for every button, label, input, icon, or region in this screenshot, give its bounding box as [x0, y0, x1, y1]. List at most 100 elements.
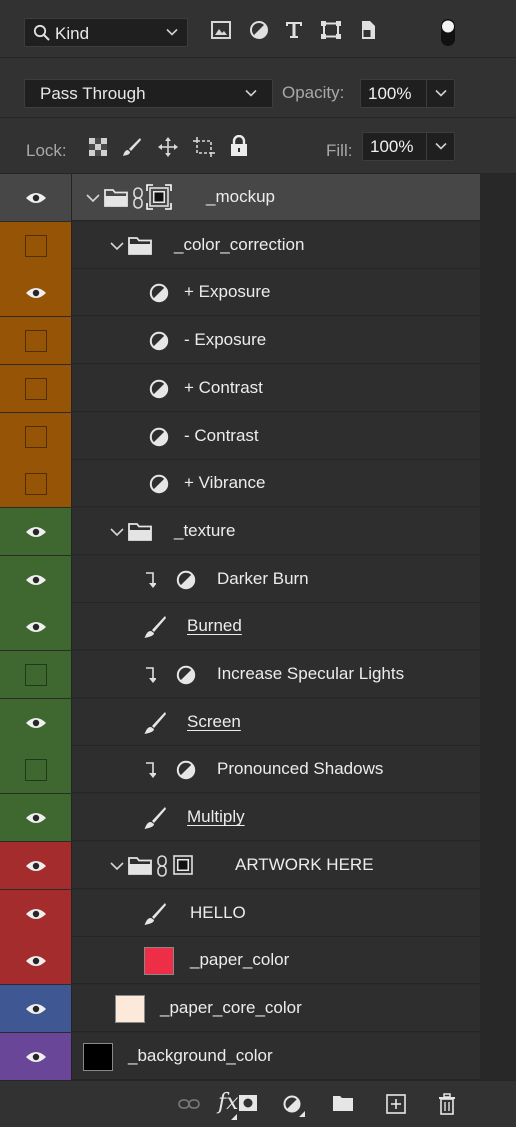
layer-row[interactable]: Multiply: [0, 794, 480, 842]
fill-color-swatch[interactable]: [144, 947, 174, 976]
layer-content[interactable]: + Vibrance: [72, 460, 480, 507]
layer-name[interactable]: + Vibrance: [184, 473, 265, 493]
visibility-toggle[interactable]: [0, 841, 72, 889]
filter-toggle-icon[interactable]: [440, 18, 456, 48]
layer-row[interactable]: Burned: [0, 603, 480, 651]
image-filter-icon[interactable]: [210, 20, 232, 40]
layer-name[interactable]: _paper_core_color: [160, 998, 302, 1018]
layer-content[interactable]: _texture: [72, 508, 480, 555]
layer-content[interactable]: ARTWORK HERE: [72, 842, 480, 889]
layer-row[interactable]: + Contrast: [0, 364, 480, 412]
layer-row[interactable]: HELLO: [0, 889, 480, 937]
new-group-icon[interactable]: [332, 1094, 354, 1112]
adjustment-filter-icon[interactable]: [249, 20, 269, 40]
visibility-eye-icon[interactable]: [25, 1001, 47, 1017]
visibility-toggle[interactable]: [0, 412, 72, 460]
visibility-toggle[interactable]: [0, 603, 72, 651]
visibility-eye-icon[interactable]: [25, 1049, 47, 1065]
visibility-toggle[interactable]: [0, 507, 72, 555]
layer-row[interactable]: _paper_color: [0, 937, 480, 985]
scrollbar[interactable]: [480, 174, 516, 1080]
layer-content[interactable]: HELLO: [72, 890, 480, 937]
lock-artboard-icon[interactable]: [193, 137, 215, 157]
layer-mask-thumbnail[interactable]: [146, 184, 172, 210]
layer-content[interactable]: _mockup: [72, 174, 480, 221]
layer-row[interactable]: - Contrast: [0, 412, 480, 460]
layer-row[interactable]: _background_color: [0, 1032, 480, 1080]
hidden-visibility-box[interactable]: [25, 377, 47, 400]
visibility-toggle[interactable]: [0, 555, 72, 603]
visibility-eye-icon[interactable]: [25, 953, 47, 969]
visibility-toggle[interactable]: [0, 698, 72, 746]
visibility-toggle[interactable]: [0, 221, 72, 269]
visibility-toggle[interactable]: [0, 794, 72, 842]
layer-row[interactable]: Increase Specular Lights: [0, 651, 480, 698]
layer-content[interactable]: Darker Burn: [72, 556, 480, 603]
layer-row[interactable]: Darker Burn: [0, 555, 480, 603]
fx-icon[interactable]: fx: [218, 1090, 239, 1115]
new-adjustment-icon[interactable]: [283, 1095, 305, 1117]
layer-name[interactable]: Pronounced Shadows: [217, 759, 383, 779]
layer-name[interactable]: ARTWORK HERE: [235, 855, 374, 875]
visibility-toggle[interactable]: [0, 889, 72, 937]
layer-name[interactable]: - Contrast: [184, 426, 259, 446]
layer-name[interactable]: Multiply: [187, 807, 245, 827]
visibility-eye-icon[interactable]: [25, 285, 47, 301]
hidden-visibility-box[interactable]: [25, 330, 47, 353]
chain-link-icon[interactable]: [132, 187, 144, 209]
layer-row[interactable]: + Exposure: [0, 269, 480, 317]
chevron-down-icon[interactable]: [110, 241, 124, 251]
layer-name[interactable]: Burned: [187, 616, 242, 636]
layer-content[interactable]: _paper_core_color: [72, 985, 480, 1032]
layer-content[interactable]: + Contrast: [72, 365, 480, 412]
fill-color-swatch[interactable]: [115, 994, 145, 1023]
add-mask-icon[interactable]: [238, 1094, 258, 1112]
visibility-eye-icon[interactable]: [25, 906, 47, 922]
layer-name[interactable]: _texture: [174, 521, 235, 541]
delete-layer-icon[interactable]: [438, 1093, 456, 1115]
layer-content[interactable]: - Exposure: [72, 317, 480, 364]
new-layer-icon[interactable]: [386, 1094, 406, 1114]
visibility-toggle[interactable]: [0, 364, 72, 412]
layer-row[interactable]: _texture: [0, 507, 480, 555]
hidden-visibility-box[interactable]: [25, 664, 47, 686]
blend-mode-dropdown[interactable]: Pass Through: [24, 79, 273, 108]
layer-content[interactable]: Screen: [72, 699, 480, 746]
visibility-toggle[interactable]: [0, 460, 72, 508]
opacity-field[interactable]: 100%: [360, 79, 455, 108]
layer-name[interactable]: _background_color: [128, 1046, 273, 1066]
visibility-toggle[interactable]: [0, 651, 72, 698]
layer-content[interactable]: + Exposure: [72, 269, 480, 316]
layer-name[interactable]: HELLO: [190, 903, 246, 923]
layer-row[interactable]: - Exposure: [0, 317, 480, 365]
layer-row[interactable]: _color_correction: [0, 221, 480, 269]
layer-content[interactable]: Burned: [72, 603, 480, 650]
chevron-down-icon[interactable]: [435, 141, 447, 151]
visibility-eye-icon[interactable]: [25, 572, 47, 588]
visibility-eye-icon[interactable]: [25, 715, 47, 731]
visibility-toggle[interactable]: [0, 174, 72, 221]
visibility-eye-icon[interactable]: [25, 190, 47, 206]
fill-field[interactable]: 100%: [362, 132, 455, 161]
visibility-toggle[interactable]: [0, 937, 72, 985]
visibility-toggle[interactable]: [0, 746, 72, 794]
layer-row[interactable]: _paper_core_color: [0, 984, 480, 1032]
layer-content[interactable]: - Contrast: [72, 413, 480, 460]
visibility-eye-icon[interactable]: [25, 619, 47, 635]
visibility-toggle[interactable]: [0, 1032, 72, 1080]
layer-name[interactable]: + Contrast: [184, 378, 263, 398]
visibility-eye-icon[interactable]: [25, 524, 47, 540]
lock-transparency-icon[interactable]: [88, 137, 108, 157]
layer-content[interactable]: Pronounced Shadows: [72, 746, 480, 793]
layer-row[interactable]: _mockup: [0, 174, 480, 221]
layer-content[interactable]: _paper_color: [72, 937, 480, 984]
layer-row[interactable]: ARTWORK HERE: [0, 841, 480, 889]
chevron-down-icon[interactable]: [435, 88, 447, 98]
lock-pixels-icon[interactable]: [122, 137, 142, 157]
kind-filter-dropdown[interactable]: Kind: [24, 18, 188, 47]
layer-name[interactable]: + Exposure: [184, 282, 270, 302]
visibility-eye-icon[interactable]: [25, 810, 47, 826]
visibility-toggle[interactable]: [0, 317, 72, 365]
chain-link-icon[interactable]: [156, 854, 168, 877]
link-layers-icon[interactable]: [178, 1097, 200, 1111]
